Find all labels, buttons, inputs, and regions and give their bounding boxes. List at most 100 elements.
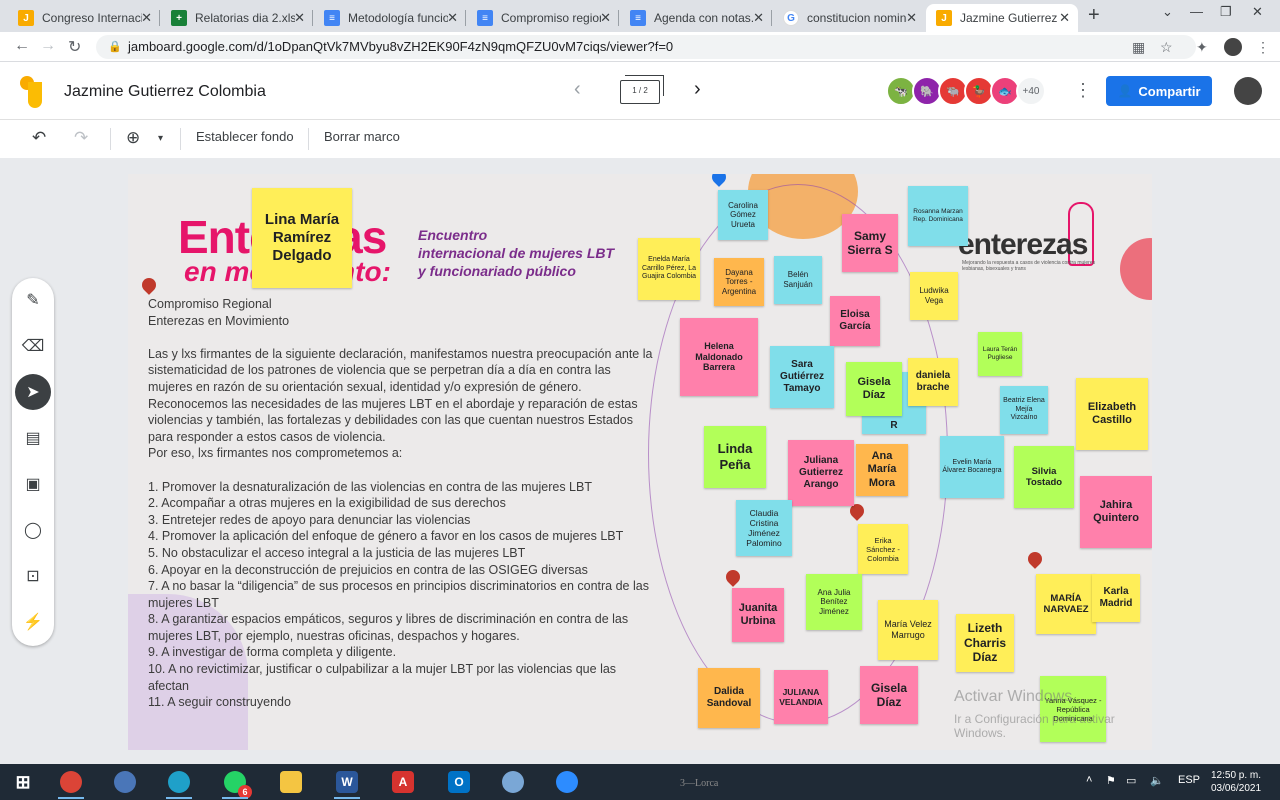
eraser-tool-icon[interactable]: ⌫ [15,328,51,364]
zoom-taskbar-icon[interactable] [548,768,586,796]
text-box-tool-icon[interactable]: ⊡ [15,558,51,594]
close-tab-icon[interactable]: ✕ [141,10,152,26]
clear-frame-button[interactable]: Borrar marco [324,129,400,144]
sticky-note[interactable]: JULIANA VELANDIA [774,670,828,724]
sticky-note[interactable]: Elizabeth Castillo [1076,378,1148,450]
circle-shape-tool-icon[interactable]: ◯ [15,512,51,548]
close-tab-icon[interactable]: ✕ [1059,10,1070,26]
add-image-tool-icon[interactable]: ▣ [15,466,51,502]
close-window-icon[interactable]: ✕ [1252,4,1263,20]
restore-icon[interactable]: ❐ [1220,4,1232,20]
file-explorer-taskbar-icon[interactable] [272,768,310,796]
sticky-note[interactable]: Silvia Tostado [1014,446,1074,508]
jam-title[interactable]: Jazmine Gutierrez Colombia [64,83,266,101]
sticky-note[interactable]: MARÍA NARVAEZ [1036,574,1096,634]
sticky-note[interactable]: Gisela Díaz [846,362,902,416]
sticky-note[interactable]: daniela brache [908,358,958,406]
sticky-note[interactable]: Laura Terán Pugliese [978,332,1022,376]
sticky-note[interactable]: Linda Peña [704,426,766,488]
sticky-note[interactable]: Dayana Torres - Argentina [714,258,764,306]
browser-tab[interactable]: G constitucion nomina ✕ [773,4,925,32]
input-language[interactable]: ESP [1178,774,1200,786]
sticky-note[interactable]: Eloisa García [830,296,880,346]
redo-icon[interactable]: ↷ [74,128,88,148]
minimize-icon[interactable]: — [1190,4,1203,19]
jam-frame-canvas[interactable]: Enterezas en movimiento: Encuentro inter… [128,174,1152,750]
zoom-icon[interactable]: ⊕ [126,128,140,148]
paint-taskbar-icon[interactable] [494,768,532,796]
chat-taskbar-icon[interactable] [106,768,144,796]
select-tool-icon[interactable]: ➤ [15,374,51,410]
sticky-note[interactable]: Gisela Díaz [860,666,918,724]
share-button[interactable]: 👤 Compartir [1106,76,1212,106]
pen-tool-icon[interactable]: ✎ [15,282,51,318]
browser-menu-icon[interactable]: ⋮ [1256,39,1270,56]
sticky-note[interactable]: Karla Madrid [1092,574,1140,622]
sticky-note[interactable]: Beatriz Elena Mejía Vizcaíno [1000,386,1048,434]
bookmark-star-icon[interactable]: ☆ [1160,39,1173,56]
sticky-note[interactable]: Samy Sierra S [842,214,898,272]
next-frame-icon[interactable]: › [694,78,701,101]
reload-icon[interactable]: ↻ [68,37,81,57]
frame-bar-toggle[interactable]: 1 / 2 [620,75,664,104]
browser-tab[interactable]: ≡ Compromiso region ✕ [467,4,619,32]
word-taskbar-icon[interactable]: W [328,768,366,799]
sticky-note[interactable]: Belén Sanjuán [774,256,822,304]
browser-tab[interactable]: + Relatorias dia 2.xlsx ✕ [161,4,313,32]
close-tab-icon[interactable]: ✕ [753,10,764,26]
flag-icon[interactable]: ⚑ [1106,774,1116,787]
zoom-dropdown-icon[interactable]: ▾ [158,133,163,144]
browser-tab-active[interactable]: J Jazmine Gutierrez C ✕ [926,4,1078,32]
sticky-note[interactable]: Juliana Gutierrez Arango [788,440,854,506]
forward-icon[interactable]: → [40,37,56,55]
sticky-note[interactable]: Enelda María Carrillo Pérez, La Guajira … [638,238,700,300]
sticky-note[interactable]: Lina María Ramírez Delgado [252,188,352,288]
sticky-note[interactable]: Sara Gutiérrez Tamayo [770,346,834,408]
sticky-note[interactable]: Dalida Sandoval [698,668,760,728]
more-options-icon[interactable]: ⋮ [1074,80,1092,101]
volume-icon[interactable]: 🔈 [1150,774,1164,787]
sticky-note[interactable]: María Velez Marrugo [878,600,938,660]
sticky-note[interactable]: Carolina Gómez Urueta [718,190,768,240]
acrobat-taskbar-icon[interactable]: A [384,768,422,796]
browser-tab[interactable]: J Congreso Internacio ✕ [8,4,160,32]
back-icon[interactable]: ← [14,37,30,55]
set-background-button[interactable]: Establecer fondo [196,129,294,144]
chrome-taskbar-icon[interactable] [52,768,90,799]
windows-start-icon[interactable]: ⊞ [4,768,42,796]
account-avatar[interactable] [1234,77,1262,105]
sticky-note-tool-icon[interactable]: ▤ [15,420,51,456]
network-icon[interactable]: ▭ [1126,774,1136,787]
close-tab-icon[interactable]: ✕ [906,10,917,26]
sticky-note[interactable]: Helena Maldonado Barrera [680,318,758,396]
profile-dropdown-icon[interactable]: ⌄ [1162,4,1173,20]
sticky-note[interactable]: Jahira Quintero [1080,476,1152,548]
edge-taskbar-icon[interactable] [160,768,198,799]
qr-code-icon[interactable]: ▦ [1132,39,1145,56]
close-tab-icon[interactable]: ✕ [600,10,611,26]
previous-frame-icon[interactable]: ‹ [574,78,581,101]
sticky-note[interactable]: Rosanna Marzan Rep. Dominicana [908,186,968,246]
url-input[interactable]: 🔒 jamboard.google.com/d/1oDpanQtVk7MVbyu… [96,35,1196,59]
sticky-note[interactable]: Claudia Cristina Jiménez Palomino [736,500,792,556]
sticky-note[interactable]: Juanita Urbina [732,588,784,642]
system-clock[interactable]: 12:50 p. m. 03/06/2021 [1204,769,1268,795]
sticky-note[interactable]: Erika Sánchez - Colombia [858,524,908,574]
new-tab-button[interactable]: + [1088,4,1100,27]
sticky-note[interactable]: Evelin María Álvarez Bocanegra [940,436,1004,498]
sticky-note[interactable]: Lizeth Charris Díaz [956,614,1014,672]
browser-tab[interactable]: ≡ Agenda con notas.d ✕ [620,4,772,32]
jamboard-logo-icon[interactable] [20,76,44,108]
sticky-note[interactable]: Ana Julia Benítez Jiménez [806,574,862,630]
sticky-note[interactable]: Ludwika Vega [910,272,958,320]
extensions-puzzle-icon[interactable]: ✦ [1196,39,1208,56]
outlook-taskbar-icon[interactable]: O [440,768,478,796]
show-hidden-icons-icon[interactable]: ˄ [1086,774,1092,786]
browser-tab[interactable]: ≡ Metodología funcion ✕ [314,4,466,32]
undo-icon[interactable]: ↶ [32,128,46,148]
close-tab-icon[interactable]: ✕ [447,10,458,26]
more-collaborators-badge[interactable]: +40 [1016,76,1046,106]
close-tab-icon[interactable]: ✕ [294,10,305,26]
sticky-note[interactable]: Ana María Mora [856,444,908,496]
whatsapp-taskbar-icon[interactable]: 6 [216,768,254,799]
